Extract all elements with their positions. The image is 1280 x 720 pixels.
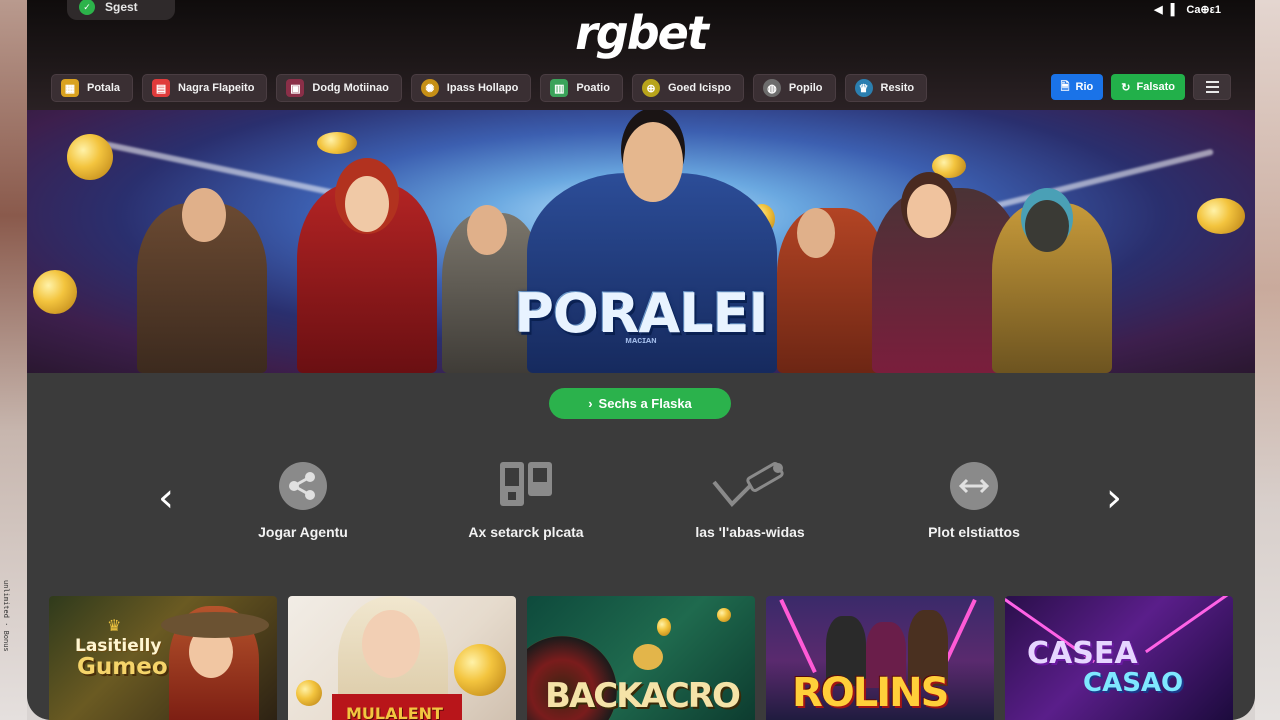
nav-label: Poatio bbox=[576, 82, 610, 94]
game-card[interactable]: MULALENT bbox=[288, 596, 516, 720]
character-head bbox=[907, 184, 951, 238]
nav-label: Resito bbox=[880, 82, 915, 94]
feature-ax-setarck[interactable]: Ax setarck plcata bbox=[426, 458, 626, 540]
feature-label: Plot elstiattos bbox=[928, 524, 1020, 540]
sun-icon: ✺ bbox=[420, 79, 439, 97]
globe-icon: ◍ bbox=[762, 79, 781, 97]
character-head bbox=[467, 205, 507, 255]
coin-icon bbox=[317, 132, 357, 154]
devices-icon bbox=[426, 458, 626, 514]
nav-label: Goed Icispo bbox=[667, 82, 731, 94]
coin-icon bbox=[717, 608, 731, 622]
game-card[interactable]: CASEA CASAO bbox=[1005, 596, 1233, 720]
header: ✓ Sgest ◀ ▌ Ca⊕ε1 rgbet ▦ Potala ▤ Nagra… bbox=[27, 0, 1255, 110]
main-nav: ▦ Potala ▤ Nagra Flapeito ▣ Dodg Motiina… bbox=[51, 74, 928, 102]
cta-button[interactable]: › Sechs a Flaska bbox=[549, 388, 731, 419]
character-head bbox=[623, 122, 683, 202]
side-caption: unlimited · Bonus bbox=[2, 580, 10, 652]
trophy-icon: ♛ bbox=[854, 79, 873, 97]
character-head bbox=[1025, 200, 1069, 252]
feature-label: Jogar Agentu bbox=[258, 524, 348, 540]
register-label: Rio bbox=[1075, 81, 1094, 93]
background-right bbox=[1255, 0, 1280, 720]
feature-plot[interactable]: Plot elstiattos bbox=[874, 458, 1074, 540]
slot-icon: ▦ bbox=[61, 79, 79, 97]
game-card[interactable]: ♛ Lasitielly Gumeo bbox=[49, 596, 277, 720]
carousel-prev-icon[interactable]: ‹ bbox=[151, 478, 181, 518]
hero-banner[interactable]: PORALEI ᴍᴀᴄɪᴀɴ bbox=[27, 110, 1255, 373]
cta-label: Sechs a Flaska bbox=[598, 396, 692, 411]
game-card[interactable]: BACKACRO bbox=[527, 596, 755, 720]
header-actions: 🗎 Rio ↻ Falsato bbox=[1050, 74, 1231, 100]
nav-label: Popilo bbox=[788, 82, 823, 94]
register-button[interactable]: 🗎 Rio bbox=[1050, 74, 1104, 100]
nav-item-dodg[interactable]: ▣ Dodg Motiinao bbox=[276, 74, 402, 102]
nav-label: Potala bbox=[87, 82, 121, 94]
character-head bbox=[797, 208, 835, 258]
card-title-line2: CASAO bbox=[1083, 668, 1184, 698]
game-cards: ♛ Lasitielly Gumeo MULALENT BACKACRO ROL… bbox=[49, 596, 1233, 720]
carousel-next-icon[interactable]: › bbox=[1099, 478, 1129, 518]
card-character-head bbox=[362, 610, 420, 678]
card-title-line1: ROLINS bbox=[792, 670, 949, 716]
ball-icon: ⊕ bbox=[641, 79, 660, 97]
bag-icon: 🗎 bbox=[1060, 80, 1070, 93]
cards-icon: ▤ bbox=[152, 79, 171, 97]
emblem-icon bbox=[633, 644, 663, 670]
nav-item-ipass[interactable]: ✺ Ipass Hollapo bbox=[410, 74, 532, 102]
screen-icon: ▣ bbox=[286, 79, 305, 97]
swap-icon bbox=[874, 458, 1074, 514]
hamburger-menu-icon[interactable] bbox=[1193, 74, 1231, 100]
card-title-line2: Gumeo bbox=[77, 654, 168, 680]
character-head bbox=[345, 176, 389, 232]
neon-line bbox=[1144, 596, 1233, 654]
nav-label: Ipass Hollapo bbox=[446, 82, 519, 94]
login-label: Falsato bbox=[1136, 81, 1175, 93]
coin-icon bbox=[454, 644, 506, 696]
nav-label: Nagra Flapeito bbox=[178, 82, 255, 94]
feature-label: Ax setarck plcata bbox=[468, 524, 584, 540]
feature-jogar[interactable]: Jogar Agentu bbox=[203, 458, 403, 540]
feature-las-tabas[interactable]: las 'l'abas-widas bbox=[650, 458, 850, 540]
nav-item-popilo[interactable]: ◍ Popilo bbox=[752, 74, 836, 102]
card-title-line1: BACKACRO bbox=[545, 676, 741, 716]
refresh-icon: ↻ bbox=[1121, 81, 1131, 94]
chips-icon: ▥ bbox=[550, 79, 569, 97]
coin-icon bbox=[1197, 198, 1245, 234]
app-window: ✓ Sgest ◀ ▌ Ca⊕ε1 rgbet ▦ Potala ▤ Nagra… bbox=[27, 0, 1255, 720]
nav-item-nagra[interactable]: ▤ Nagra Flapeito bbox=[142, 74, 268, 102]
light-ray bbox=[89, 138, 345, 198]
nav-item-resito[interactable]: ♛ Resito bbox=[844, 74, 928, 102]
nav-label: Dodg Motiinao bbox=[312, 82, 389, 94]
crown-icon: ♛ bbox=[107, 618, 122, 635]
card-title-line1: CASEA bbox=[1027, 636, 1138, 671]
coin-icon bbox=[932, 154, 966, 178]
login-button[interactable]: ↻ Falsato bbox=[1111, 74, 1185, 100]
light-beam bbox=[779, 598, 817, 674]
character-head bbox=[182, 188, 226, 242]
share-icon bbox=[203, 458, 403, 514]
feature-label: las 'l'abas-widas bbox=[695, 524, 805, 540]
card-title-line1: Lasitielly bbox=[75, 636, 162, 656]
nav-item-goed[interactable]: ⊕ Goed Icispo bbox=[631, 74, 744, 102]
coin-icon bbox=[67, 134, 113, 180]
tools-icon bbox=[650, 458, 850, 514]
card-title-line1: MULALENT bbox=[346, 704, 443, 720]
coin-icon bbox=[296, 680, 322, 706]
brand-logo[interactable]: rgbet bbox=[27, 6, 1255, 60]
chevron-right-icon: › bbox=[588, 396, 593, 411]
nav-item-poatio[interactable]: ▥ Poatio bbox=[540, 74, 623, 102]
hat-shape bbox=[161, 612, 269, 638]
coin-icon bbox=[657, 618, 671, 636]
game-card[interactable]: ROLINS bbox=[766, 596, 994, 720]
nav-item-potala[interactable]: ▦ Potala bbox=[51, 74, 134, 102]
hero-subtitle: ᴍᴀᴄɪᴀɴ bbox=[625, 335, 657, 345]
